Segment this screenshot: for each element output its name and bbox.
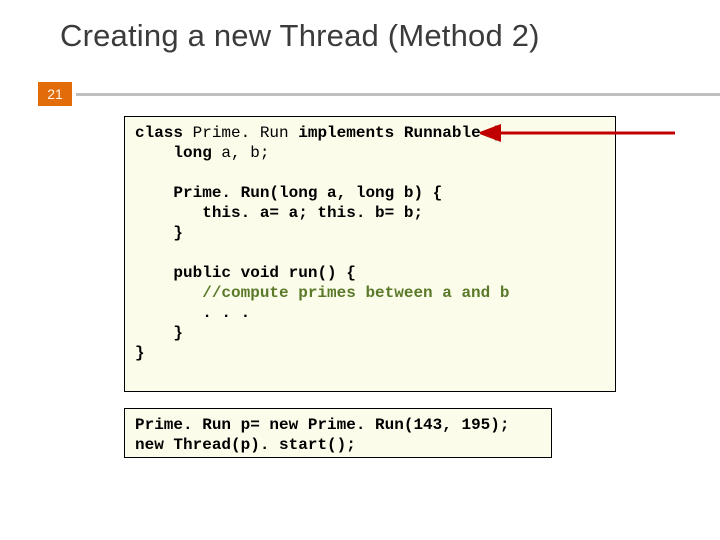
- code-text: Thread(p). start();: [164, 436, 356, 454]
- code-text: Prime. Run: [183, 124, 298, 142]
- kw-void: void: [241, 264, 279, 282]
- kw-public: public: [135, 264, 231, 282]
- kw-class: class: [135, 124, 183, 142]
- comment-line: //compute primes between a and b: [135, 284, 509, 302]
- code-text: [394, 124, 404, 142]
- page-number: 21: [38, 82, 72, 106]
- code-text: a, b;: [212, 144, 270, 162]
- kw-long: long: [135, 144, 212, 162]
- page-band: 21: [38, 82, 720, 106]
- code-block-class: class Prime. Run implements Runnable { l…: [135, 123, 605, 363]
- code-text: {: [481, 124, 500, 142]
- code-text: [231, 264, 241, 282]
- code-text: Prime. Run(143, 195);: [298, 416, 509, 434]
- run-close: }: [135, 324, 183, 342]
- slide: Creating a new Thread (Method 2) 21 clas…: [0, 0, 720, 540]
- slide-title: Creating a new Thread (Method 2): [60, 18, 540, 54]
- kw-new: new: [135, 436, 164, 454]
- ctor-line: Prime. Run(long a, long b) {: [135, 184, 442, 202]
- kw-new: new: [269, 416, 298, 434]
- code-block-usage: Prime. Run p= new Prime. Run(143, 195); …: [135, 415, 541, 455]
- code-box-usage: Prime. Run p= new Prime. Run(143, 195); …: [124, 408, 552, 458]
- run-sig: run() {: [279, 264, 356, 282]
- kw-implements: implements: [298, 124, 394, 142]
- divider-rule: [76, 93, 720, 96]
- class-close: }: [135, 344, 145, 362]
- code-text: Prime. Run p=: [135, 416, 269, 434]
- ctor-body: this. a= a; this. b= b;: [135, 204, 423, 222]
- iface-runnable: Runnable: [404, 124, 481, 142]
- ellipsis-line: . . .: [135, 304, 250, 322]
- ctor-close: }: [135, 224, 183, 242]
- code-box-class: class Prime. Run implements Runnable { l…: [124, 116, 616, 392]
